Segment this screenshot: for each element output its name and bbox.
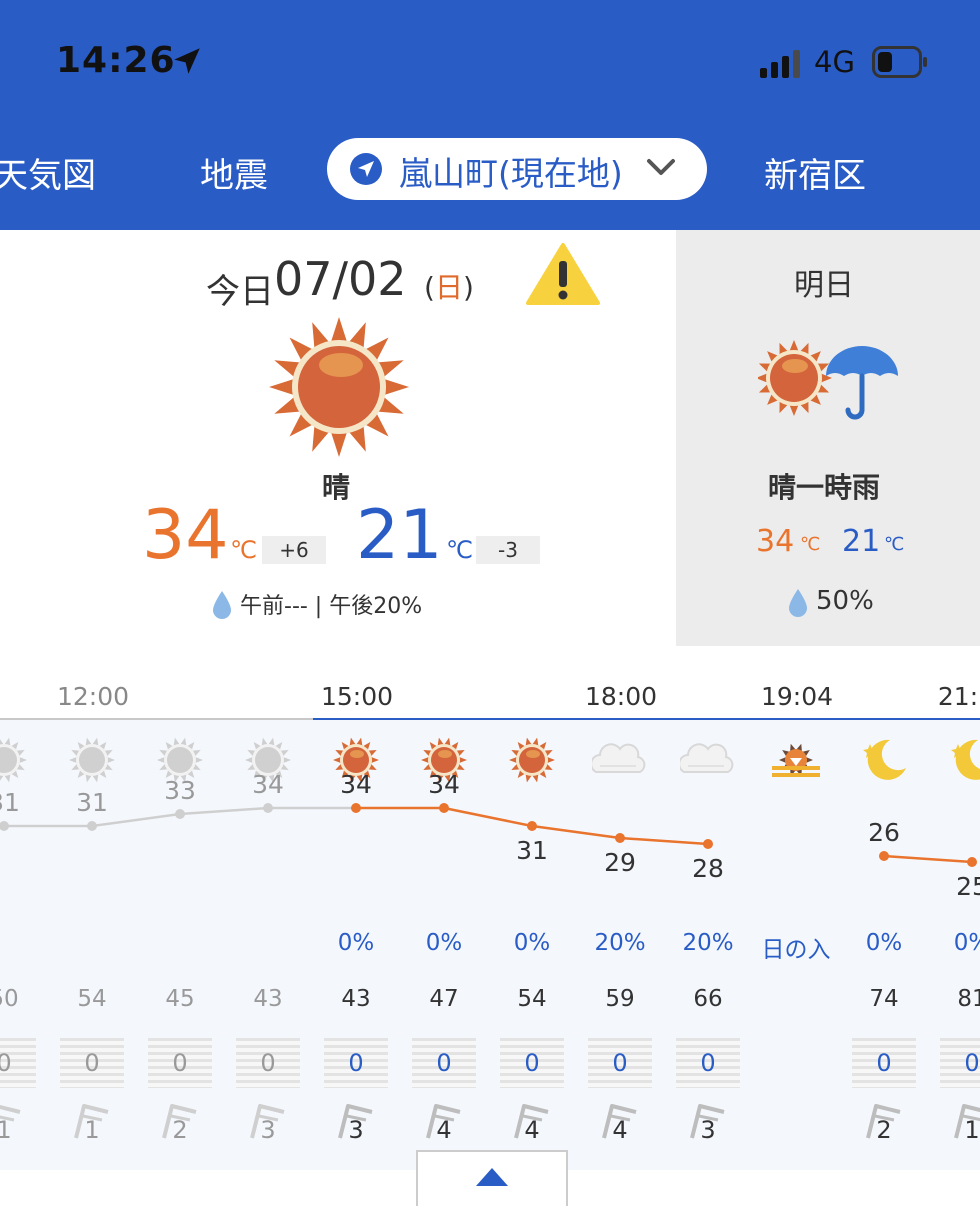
hour-rainfall: 0	[324, 1038, 388, 1088]
hour-column[interactable]: 31 0% 54 0 4	[488, 720, 576, 1160]
moon-icon	[863, 739, 906, 780]
hour-rainfall-value: 0	[524, 1049, 540, 1077]
hour-precip: 0%	[865, 930, 903, 956]
hour-rainfall: 0	[852, 1038, 916, 1088]
hour-precip: 0%	[513, 930, 551, 956]
hour-rainfall-value: 0	[172, 1049, 188, 1077]
hour-column[interactable]: 34 0% 47 0 4	[400, 720, 488, 1160]
hour-column[interactable]: 26 0% 74 0 2	[840, 720, 928, 1160]
hour-wind-speed: 4	[436, 1116, 452, 1144]
hour-humidity: 47	[429, 986, 459, 1012]
hour-wind-speed: 3	[348, 1116, 364, 1144]
hour-temp: 31	[516, 836, 548, 865]
hour-temp: 31	[76, 788, 108, 817]
hour-humidity: 66	[693, 986, 723, 1012]
hour-column[interactable]: 日の入	[752, 720, 840, 1160]
triangle-up-icon	[476, 1168, 508, 1186]
hour-temp: 34	[252, 770, 284, 799]
hour-rainfall: 0	[676, 1038, 740, 1088]
hour-rainfall-value: 0	[964, 1049, 980, 1077]
hour-precip: 20%	[682, 930, 734, 956]
hour-wind-speed: 2	[876, 1116, 892, 1144]
hour-column[interactable]: 25 0% 81 0 1	[928, 720, 980, 1160]
hour-column[interactable]: 31 54 0 1	[48, 720, 136, 1160]
hour-temp: 33	[164, 776, 196, 805]
hour-rainfall-value: 0	[84, 1049, 100, 1077]
hour-wind-speed: 4	[612, 1116, 628, 1144]
hour-column[interactable]: 34 0% 43 0 3	[312, 720, 400, 1160]
hour-temp: 25	[956, 872, 980, 901]
hour-humidity: 54	[517, 986, 547, 1012]
moon-icon	[951, 739, 980, 780]
hour-precip: 0%	[425, 930, 463, 956]
hour-column[interactable]: 33 45 0 2	[136, 720, 224, 1160]
hour-column[interactable]: 29 20% 59 0 4	[576, 720, 664, 1160]
hour-rainfall-value: 0	[348, 1049, 364, 1077]
hour-wind-speed: 1	[964, 1116, 980, 1144]
hour-humidity: 54	[77, 986, 107, 1012]
hour-humidity: 81	[957, 986, 980, 1012]
hour-rainfall-value: 0	[0, 1049, 12, 1077]
hour-temp: 28	[692, 854, 724, 883]
hour-rainfall: 0	[412, 1038, 476, 1088]
hour-wind-speed: 3	[260, 1116, 276, 1144]
hour-rainfall: 0	[0, 1038, 36, 1088]
expand-button[interactable]	[416, 1150, 568, 1206]
hour-humidity: 59	[605, 986, 635, 1012]
hour-temp: 34	[428, 770, 460, 799]
hour-wind-speed: 4	[524, 1116, 540, 1144]
hour-humidity: 50	[0, 986, 19, 1012]
hour-precip: 0%	[337, 930, 375, 956]
hour-rainfall-value: 0	[876, 1049, 892, 1077]
hour-precip: 20%	[594, 930, 646, 956]
hour-rainfall-value: 0	[700, 1049, 716, 1077]
hour-column[interactable]: 31 50 0 1	[0, 720, 48, 1160]
hour-humidity: 43	[253, 986, 283, 1012]
hour-rainfall: 0	[588, 1038, 652, 1088]
hour-humidity: 43	[341, 986, 371, 1012]
sunset-icon	[772, 743, 820, 777]
hour-wind-speed: 1	[84, 1116, 100, 1144]
hour-rainfall-value: 0	[436, 1049, 452, 1077]
hour-precip: 日の入	[761, 937, 831, 963]
sun-grey-icon	[69, 737, 115, 783]
hour-precip: 0%	[953, 930, 980, 956]
hour-humidity: 74	[869, 986, 899, 1012]
hour-wind-speed: 1	[0, 1116, 12, 1144]
hour-temp: 34	[340, 770, 372, 799]
hour-wind-speed: 2	[172, 1116, 188, 1144]
hour-temp: 29	[604, 848, 636, 877]
hour-rainfall-value: 0	[260, 1049, 276, 1077]
hour-temp: 26	[868, 818, 900, 847]
cloud-icon	[680, 743, 734, 773]
sun-grey-icon	[0, 737, 27, 783]
hour-rainfall: 0	[236, 1038, 300, 1088]
cloud-icon	[592, 743, 646, 773]
hour-column[interactable]: 28 20% 66 0 3	[664, 720, 752, 1160]
hour-rainfall: 0	[60, 1038, 124, 1088]
hour-temp: 31	[0, 788, 20, 817]
hour-humidity: 45	[165, 986, 195, 1012]
hour-rainfall: 0	[148, 1038, 212, 1088]
sun-icon	[509, 737, 555, 783]
hour-rainfall: 0	[940, 1038, 980, 1088]
hour-rainfall-value: 0	[612, 1049, 628, 1077]
hour-wind-speed: 3	[700, 1116, 716, 1144]
hour-rainfall: 0	[500, 1038, 564, 1088]
hour-column[interactable]: 34 43 0 3	[224, 720, 312, 1160]
